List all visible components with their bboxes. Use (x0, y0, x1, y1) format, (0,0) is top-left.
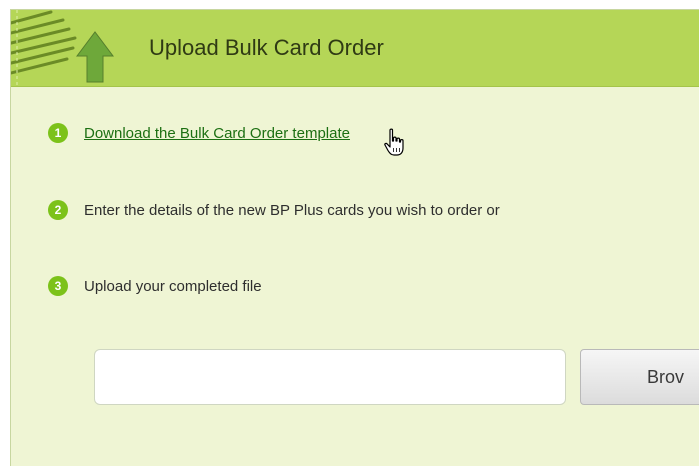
step-2-text: Enter the details of the new BP Plus car… (84, 201, 500, 219)
step-1-badge: 1 (48, 123, 68, 143)
step-2: 2 Enter the details of the new BP Plus c… (48, 198, 500, 222)
document-upload-icon (11, 10, 114, 86)
bulk-card-order-panel: Upload Bulk Card Order 1 Download the Bu… (10, 9, 699, 466)
step-1: 1 Download the Bulk Card Order template (48, 121, 350, 145)
step-3: 3 Upload your completed file (48, 274, 262, 298)
download-template-link[interactable]: Download the Bulk Card Order template (84, 125, 350, 142)
browse-button[interactable]: Brov (580, 349, 699, 405)
step-2-badge: 2 (48, 200, 68, 220)
file-path-input[interactable] (94, 349, 566, 405)
step-3-text: Upload your completed file (84, 277, 262, 295)
panel-header: Upload Bulk Card Order (11, 10, 699, 87)
steps-list: 1 Download the Bulk Card Order template … (11, 86, 699, 466)
step-3-badge: 3 (48, 276, 68, 296)
page-title: Upload Bulk Card Order (149, 35, 384, 60)
